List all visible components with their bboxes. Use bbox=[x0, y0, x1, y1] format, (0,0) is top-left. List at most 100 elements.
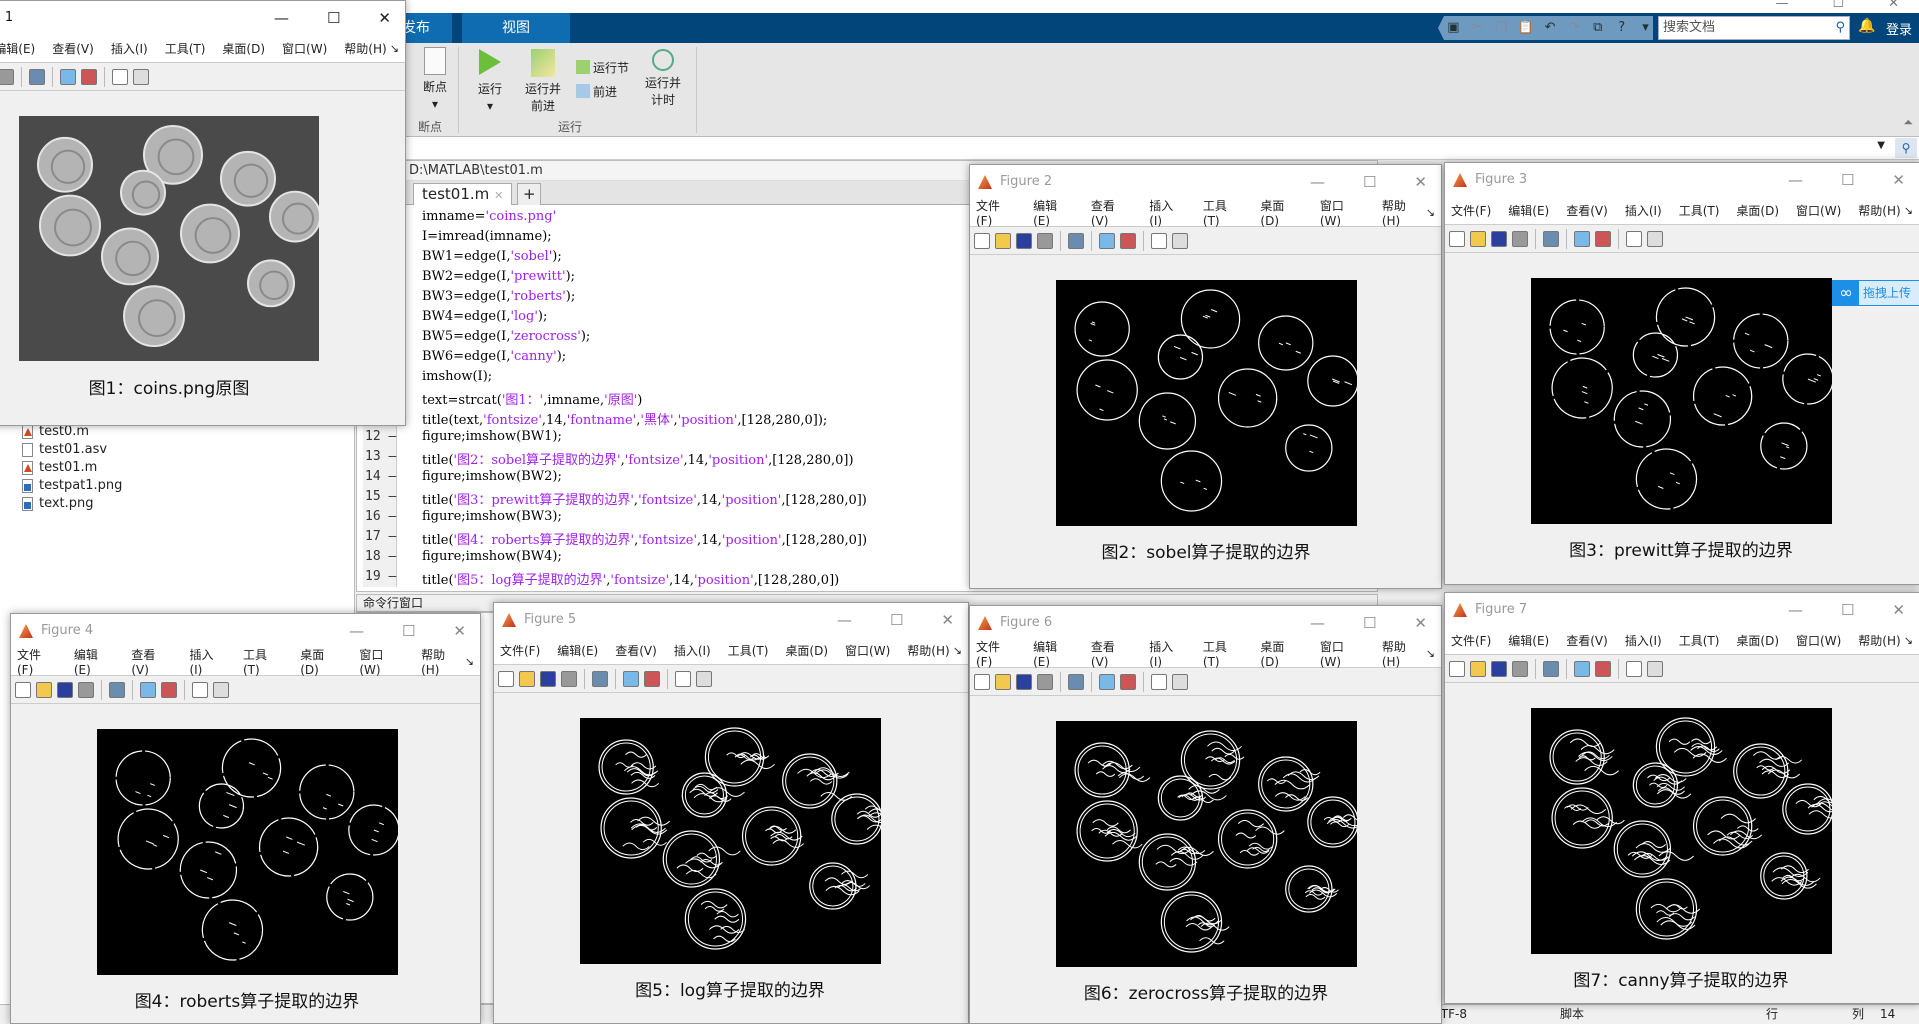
minimize-button[interactable]: — bbox=[1788, 163, 1803, 197]
new-tab-button[interactable]: + bbox=[517, 183, 541, 205]
dock-arrow-icon[interactable]: ↘ bbox=[953, 644, 962, 657]
legend-icon[interactable] bbox=[161, 681, 177, 698]
colorbar-icon[interactable] bbox=[140, 681, 156, 698]
menu-item[interactable]: 窗口(W) bbox=[845, 642, 890, 659]
editor-tab-test01[interactable]: test01.m ✕ bbox=[413, 183, 513, 205]
menu-item[interactable]: 编辑(E) bbox=[557, 642, 598, 659]
breakpoints-button[interactable]: 断点 ▾ bbox=[410, 47, 460, 113]
menu-item[interactable]: 文件(F) bbox=[17, 646, 57, 677]
close-button[interactable]: ✕ bbox=[1414, 165, 1427, 199]
minimize-button[interactable]: — bbox=[1310, 606, 1325, 640]
menu-item[interactable]: 桌面(D) bbox=[1736, 632, 1779, 649]
menu-item[interactable]: 插入(I) bbox=[1149, 638, 1186, 669]
search-folder-icon[interactable]: ⚲ bbox=[1895, 138, 1917, 158]
menu-item[interactable]: 插入(I) bbox=[111, 40, 148, 57]
save-icon[interactable] bbox=[57, 681, 73, 698]
save-icon[interactable] bbox=[1491, 230, 1507, 247]
print-icon[interactable] bbox=[1512, 230, 1528, 247]
property-inspector-icon[interactable] bbox=[1172, 232, 1188, 249]
pointer-icon[interactable] bbox=[675, 670, 691, 687]
menu-item[interactable]: 查看(V) bbox=[131, 646, 172, 677]
minimize-button[interactable]: — bbox=[1788, 593, 1803, 627]
menu-item[interactable]: 编辑(E) bbox=[74, 646, 115, 677]
save-icon[interactable] bbox=[1491, 660, 1507, 677]
pointer-icon[interactable] bbox=[112, 68, 128, 85]
menu-item[interactable]: 帮助(H) bbox=[1382, 638, 1424, 669]
maximize-button[interactable]: ☐ bbox=[1832, 0, 1844, 11]
new-figure-icon[interactable] bbox=[974, 673, 990, 690]
run-and-time-button[interactable]: 运行并 计时 bbox=[634, 49, 692, 109]
menu-item[interactable]: 桌面(D) bbox=[1736, 202, 1779, 219]
link-plot-icon[interactable] bbox=[1068, 673, 1084, 690]
menu-item[interactable]: 文件(F) bbox=[1451, 202, 1491, 219]
collapse-ribbon-icon[interactable]: ⏶ bbox=[1903, 115, 1913, 130]
close-button[interactable]: ✕ bbox=[1892, 593, 1905, 627]
file-list-item[interactable]: test01.asv bbox=[22, 442, 107, 457]
menu-item[interactable]: 帮助(H) bbox=[1858, 202, 1900, 219]
paste-icon[interactable]: 📋 bbox=[1518, 20, 1534, 36]
menu-item[interactable]: 插入(I) bbox=[674, 642, 711, 659]
colorbar-icon[interactable] bbox=[60, 68, 76, 85]
menu-item[interactable]: 窗口(W) bbox=[359, 646, 404, 677]
pointer-icon[interactable] bbox=[1626, 230, 1642, 247]
new-figure-icon[interactable] bbox=[15, 681, 31, 698]
maximize-button[interactable]: ☐ bbox=[327, 1, 340, 35]
file-list-item[interactable]: test01.m bbox=[22, 460, 97, 475]
dock-arrow-icon[interactable]: ↘ bbox=[390, 42, 399, 55]
menu-item[interactable]: 桌面(D) bbox=[222, 40, 265, 57]
menu-item[interactable]: 文件(F) bbox=[500, 642, 540, 659]
copy-icon[interactable]: ❐ bbox=[1494, 20, 1509, 36]
pointer-icon[interactable] bbox=[192, 681, 208, 698]
search-documentation-input[interactable]: 搜索文档 ⚲ bbox=[1658, 16, 1850, 40]
menu-item[interactable]: 工具(T) bbox=[1203, 197, 1244, 228]
open-file-icon[interactable] bbox=[36, 681, 52, 698]
close-button[interactable]: ✕ bbox=[941, 603, 954, 637]
legend-icon[interactable] bbox=[644, 670, 660, 687]
menu-item[interactable]: 编辑(E) bbox=[1033, 197, 1074, 228]
link-plot-icon[interactable] bbox=[29, 68, 45, 85]
property-inspector-icon[interactable] bbox=[133, 68, 149, 85]
legend-icon[interactable] bbox=[1120, 673, 1136, 690]
dock-arrow-icon[interactable]: ↘ bbox=[1426, 206, 1435, 219]
minimize-button[interactable]: — bbox=[274, 1, 289, 35]
menu-item[interactable]: 帮助(H) bbox=[1382, 197, 1424, 228]
advance-button[interactable]: 前进 bbox=[576, 84, 617, 101]
menu-item[interactable]: 帮助(H) bbox=[1858, 632, 1900, 649]
save-icon[interactable] bbox=[540, 670, 556, 687]
close-button[interactable]: ✕ bbox=[1892, 163, 1905, 197]
colorbar-icon[interactable] bbox=[1099, 673, 1115, 690]
open-file-icon[interactable] bbox=[1470, 660, 1486, 677]
dock-arrow-icon[interactable]: ↘ bbox=[1904, 634, 1913, 647]
close-button[interactable]: ✕ bbox=[1888, 0, 1899, 11]
close-button[interactable]: ✕ bbox=[378, 1, 391, 35]
file-list-item[interactable]: testpat1.png bbox=[22, 478, 122, 493]
menu-item[interactable]: 插入(I) bbox=[189, 646, 226, 677]
run-button[interactable]: 运行 ▾ bbox=[470, 49, 510, 115]
minimize-button[interactable]: — bbox=[837, 603, 852, 637]
print-icon[interactable] bbox=[78, 681, 94, 698]
colorbar-icon[interactable] bbox=[623, 670, 639, 687]
new-figure-icon[interactable] bbox=[974, 232, 990, 249]
link-plot-icon[interactable] bbox=[1068, 232, 1084, 249]
minimize-button[interactable]: — bbox=[1310, 165, 1325, 199]
print-icon[interactable] bbox=[1512, 660, 1528, 677]
dock-arrow-icon[interactable]: ↘ bbox=[1904, 204, 1913, 217]
open-file-icon[interactable] bbox=[995, 232, 1011, 249]
property-inspector-icon[interactable] bbox=[1647, 660, 1663, 677]
undo-icon[interactable]: ↶ bbox=[1543, 20, 1558, 36]
cut-icon[interactable]: ✂ bbox=[1470, 20, 1485, 36]
close-tab-icon[interactable]: ✕ bbox=[494, 189, 503, 202]
menu-item[interactable]: 编辑(E) bbox=[0, 40, 35, 57]
help-icon[interactable]: ? bbox=[1614, 20, 1629, 36]
property-inspector-icon[interactable] bbox=[696, 670, 712, 687]
maximize-button[interactable]: ☐ bbox=[402, 614, 415, 648]
menu-item[interactable]: 查看(V) bbox=[1566, 202, 1608, 219]
menu-item[interactable]: 工具(T) bbox=[1679, 202, 1720, 219]
menu-item[interactable]: 工具(T) bbox=[1203, 638, 1244, 669]
pointer-icon[interactable] bbox=[1151, 232, 1167, 249]
maximize-button[interactable]: ☐ bbox=[890, 603, 903, 637]
property-inspector-icon[interactable] bbox=[1172, 673, 1188, 690]
open-file-icon[interactable] bbox=[995, 673, 1011, 690]
menu-item[interactable]: 工具(T) bbox=[165, 40, 206, 57]
redo-icon[interactable]: ↷ bbox=[1567, 20, 1582, 36]
